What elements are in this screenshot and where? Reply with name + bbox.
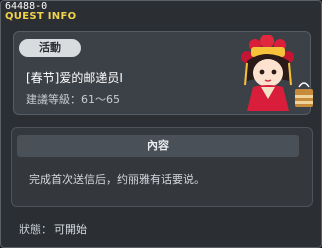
status-label: 狀態： — [19, 223, 52, 236]
recommended-level: 建議等級：61～65 — [26, 93, 120, 106]
category-badge: 活動 — [19, 39, 81, 57]
quest-name: [春节]爱的邮递员Ⅰ — [26, 71, 123, 85]
status-value: 可開始 — [54, 223, 87, 236]
npc-portrait — [225, 34, 317, 111]
quest-info-window: 64488-0 QUEST INFO 活動 [春节]爱的邮递员Ⅰ 建議等級：61… — [0, 0, 322, 248]
quest-status: 狀態： 可開始 — [19, 221, 87, 237]
window-title: QUEST INFO — [5, 11, 77, 22]
quest-description: 完成首次送信后，约丽雅有话要说。 — [29, 173, 205, 186]
npc-icon — [241, 34, 313, 111]
content-header: 內容 — [17, 135, 299, 157]
gift-box-icon — [295, 82, 313, 107]
